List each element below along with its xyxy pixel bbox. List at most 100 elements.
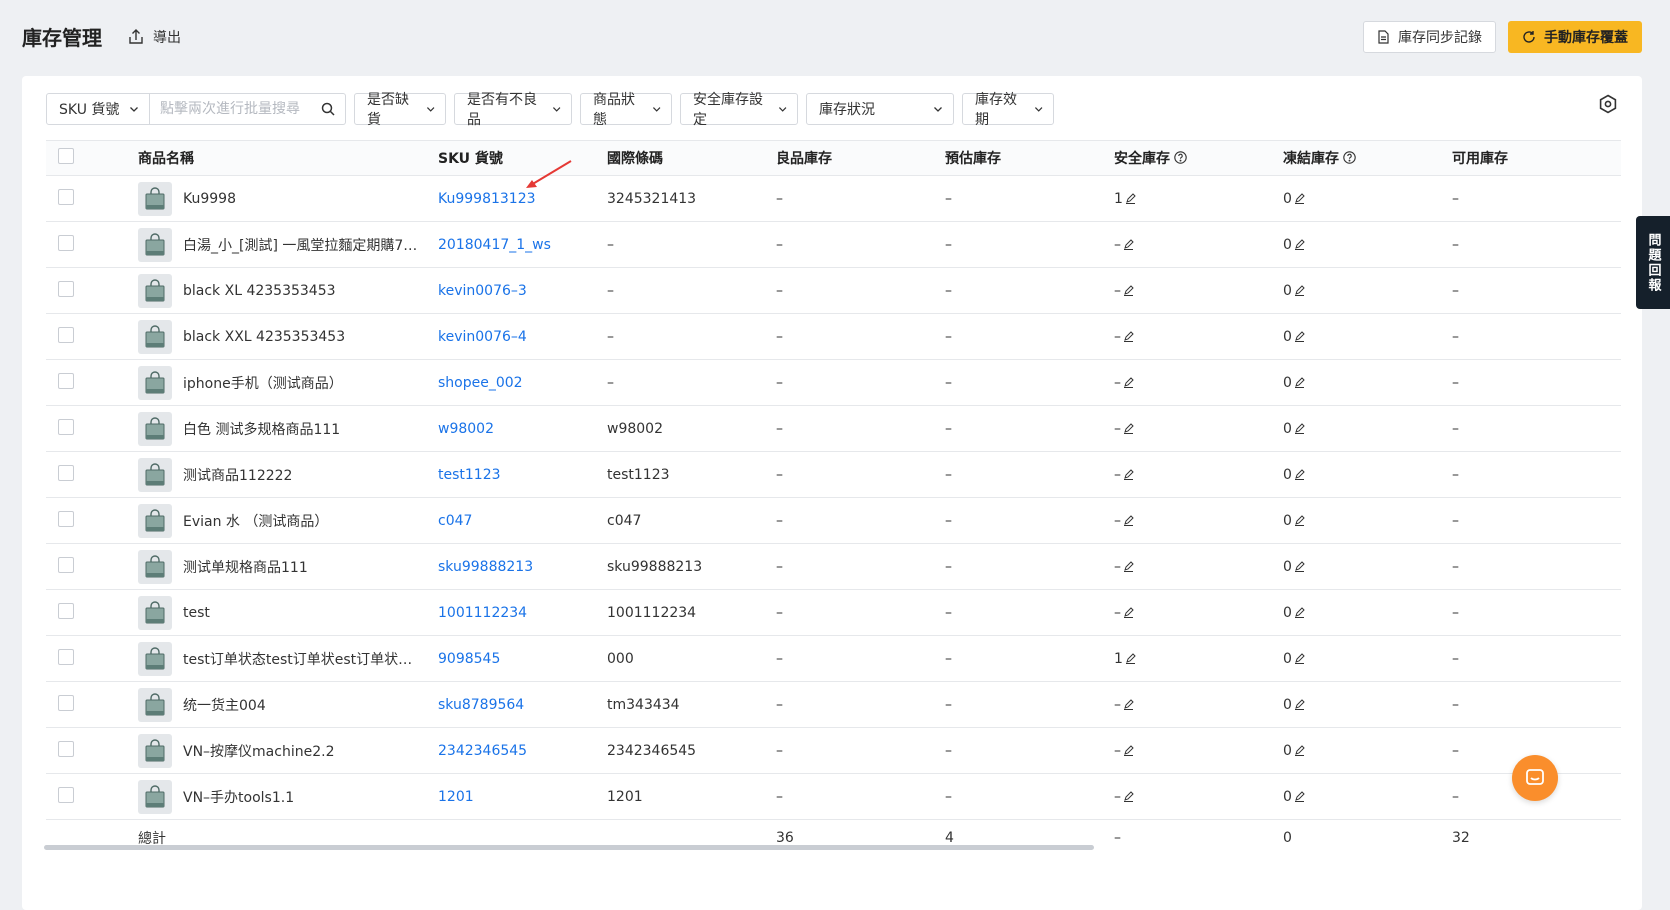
edit-icon[interactable] <box>1294 745 1305 756</box>
frozen-stock-editable[interactable]: 0 <box>1283 743 1305 759</box>
sku-link[interactable]: test1123 <box>438 467 501 483</box>
row-checkbox[interactable] <box>58 786 74 803</box>
sku-link[interactable]: Ku999813123 <box>438 191 536 207</box>
row-checkbox[interactable] <box>58 418 74 435</box>
sku-link[interactable]: 1201 <box>438 789 474 805</box>
edit-icon[interactable] <box>1123 285 1134 296</box>
out-of-stock-filter[interactable]: 是否缺貨 <box>354 92 446 128</box>
sku-link[interactable]: w98002 <box>438 421 494 437</box>
row-checkbox[interactable] <box>58 234 74 251</box>
row-checkbox[interactable] <box>58 694 74 711</box>
safety-stock-editable[interactable]: – <box>1114 743 1134 759</box>
edit-icon[interactable] <box>1294 377 1305 388</box>
edit-icon[interactable] <box>1123 239 1134 250</box>
edit-icon[interactable] <box>1294 423 1305 434</box>
edit-icon[interactable] <box>1294 285 1305 296</box>
safety-stock-editable[interactable]: – <box>1114 513 1134 529</box>
edit-icon[interactable] <box>1294 239 1305 250</box>
chat-button[interactable] <box>1512 755 1558 801</box>
edit-icon[interactable] <box>1125 193 1136 204</box>
sku-field-select[interactable]: SKU 貨號 <box>46 93 150 125</box>
sku-link[interactable]: 9098545 <box>438 651 500 667</box>
help-icon[interactable] <box>1174 151 1187 164</box>
safety-stock-editable[interactable]: – <box>1114 789 1134 805</box>
frozen-stock-editable[interactable]: 0 <box>1283 789 1305 805</box>
product-status-filter[interactable]: 商品狀態 <box>580 92 672 128</box>
horizontal-scrollbar[interactable] <box>44 845 1094 850</box>
sku-link[interactable]: sku8789564 <box>438 697 524 713</box>
sku-link[interactable]: c047 <box>438 513 472 529</box>
row-checkbox[interactable] <box>58 188 74 205</box>
edit-icon[interactable] <box>1294 561 1305 572</box>
safety-stock-editable[interactable]: – <box>1114 329 1134 345</box>
edit-icon[interactable] <box>1123 469 1134 480</box>
frozen-stock-editable[interactable]: 0 <box>1283 513 1305 529</box>
edit-icon[interactable] <box>1294 653 1305 664</box>
edit-icon[interactable] <box>1294 607 1305 618</box>
frozen-stock-editable[interactable]: 0 <box>1283 283 1305 299</box>
row-checkbox[interactable] <box>58 648 74 665</box>
safety-stock-editable[interactable]: – <box>1114 467 1134 483</box>
edit-icon[interactable] <box>1123 423 1134 434</box>
edit-icon[interactable] <box>1294 193 1305 204</box>
row-checkbox[interactable] <box>58 372 74 389</box>
frozen-stock-editable[interactable]: 0 <box>1283 421 1305 437</box>
frozen-stock-editable[interactable]: 0 <box>1283 191 1305 207</box>
edit-icon[interactable] <box>1294 699 1305 710</box>
edit-icon[interactable] <box>1294 791 1305 802</box>
defective-filter[interactable]: 是否有不良品 <box>454 92 572 128</box>
sync-log-button[interactable]: 庫存同步記錄 <box>1363 21 1496 53</box>
sku-link[interactable]: shopee_002 <box>438 375 523 391</box>
row-checkbox[interactable] <box>58 464 74 481</box>
edit-icon[interactable] <box>1123 607 1134 618</box>
edit-icon[interactable] <box>1123 331 1134 342</box>
sku-link[interactable]: kevin0076–3 <box>438 283 527 299</box>
edit-icon[interactable] <box>1294 469 1305 480</box>
frozen-stock-editable[interactable]: 0 <box>1283 651 1305 667</box>
sku-link[interactable]: 1001112234 <box>438 605 527 621</box>
row-checkbox[interactable] <box>58 740 74 757</box>
search-icon[interactable] <box>321 102 335 116</box>
safety-stock-editable[interactable]: – <box>1114 283 1134 299</box>
frozen-stock-editable[interactable]: 0 <box>1283 467 1305 483</box>
sku-link[interactable]: 20180417_1_ws <box>438 237 551 253</box>
export-button[interactable]: 導出 <box>127 27 181 47</box>
safety-stock-editable[interactable]: – <box>1114 375 1134 391</box>
settings-icon[interactable] <box>1597 93 1619 115</box>
edit-icon[interactable] <box>1123 561 1134 572</box>
sku-link[interactable]: kevin0076–4 <box>438 329 527 345</box>
edit-icon[interactable] <box>1123 377 1134 388</box>
row-checkbox[interactable] <box>58 510 74 527</box>
select-all-checkbox[interactable] <box>58 148 74 164</box>
row-checkbox[interactable] <box>58 556 74 573</box>
safety-stock-editable[interactable]: 1 <box>1114 651 1136 667</box>
safety-stock-editable[interactable]: – <box>1114 559 1134 575</box>
edit-icon[interactable] <box>1123 515 1134 526</box>
safety-stock-editable[interactable]: – <box>1114 605 1134 621</box>
safety-stock-setting-filter[interactable]: 安全庫存設定 <box>680 92 798 128</box>
safety-stock-editable[interactable]: – <box>1114 237 1134 253</box>
frozen-stock-editable[interactable]: 0 <box>1283 559 1305 575</box>
edit-icon[interactable] <box>1123 745 1134 756</box>
safety-stock-editable[interactable]: – <box>1114 697 1134 713</box>
frozen-stock-editable[interactable]: 0 <box>1283 237 1305 253</box>
stock-status-filter[interactable]: 庫存狀況 <box>806 93 954 125</box>
safety-stock-editable[interactable]: 1 <box>1114 191 1136 207</box>
frozen-stock-editable[interactable]: 0 <box>1283 697 1305 713</box>
row-checkbox[interactable] <box>58 280 74 297</box>
safety-stock-editable[interactable]: – <box>1114 421 1134 437</box>
edit-icon[interactable] <box>1294 515 1305 526</box>
row-checkbox[interactable] <box>58 326 74 343</box>
stock-expiry-filter[interactable]: 庫存效期 <box>962 92 1054 128</box>
edit-icon[interactable] <box>1294 331 1305 342</box>
edit-icon[interactable] <box>1123 699 1134 710</box>
frozen-stock-editable[interactable]: 0 <box>1283 375 1305 391</box>
sku-link[interactable]: sku99888213 <box>438 559 533 575</box>
search-input[interactable] <box>160 101 310 117</box>
sku-link[interactable]: 2342346545 <box>438 743 527 759</box>
row-checkbox[interactable] <box>58 602 74 619</box>
frozen-stock-editable[interactable]: 0 <box>1283 329 1305 345</box>
manual-stock-override-button[interactable]: 手動庫存覆蓋 <box>1508 21 1642 53</box>
help-icon[interactable] <box>1343 151 1356 164</box>
edit-icon[interactable] <box>1125 653 1136 664</box>
